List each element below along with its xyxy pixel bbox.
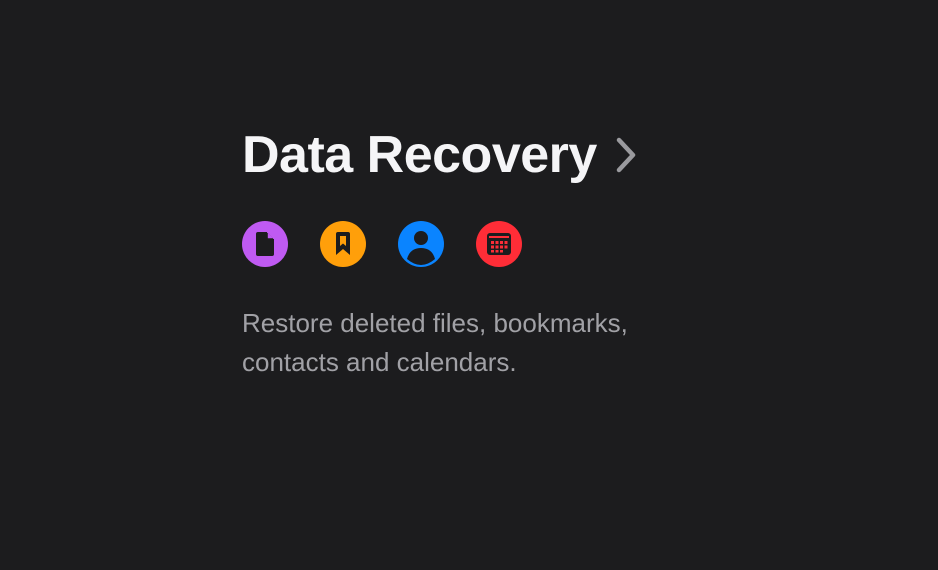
calendar-icon bbox=[476, 221, 522, 267]
data-recovery-link[interactable]: Data Recovery bbox=[242, 120, 762, 190]
category-icons bbox=[242, 221, 762, 267]
page: Data Recovery Restore deleted files, boo… bbox=[0, 0, 938, 570]
chevron-right-icon bbox=[615, 120, 637, 190]
section-title: Data Recovery bbox=[242, 126, 597, 184]
contact-icon bbox=[398, 221, 444, 267]
file-icon bbox=[242, 221, 288, 267]
section-description: Restore deleted files, bookmarks, contac… bbox=[242, 308, 628, 377]
data-recovery-card: Data Recovery Restore deleted files, boo… bbox=[242, 120, 762, 382]
bookmark-icon bbox=[320, 221, 366, 267]
